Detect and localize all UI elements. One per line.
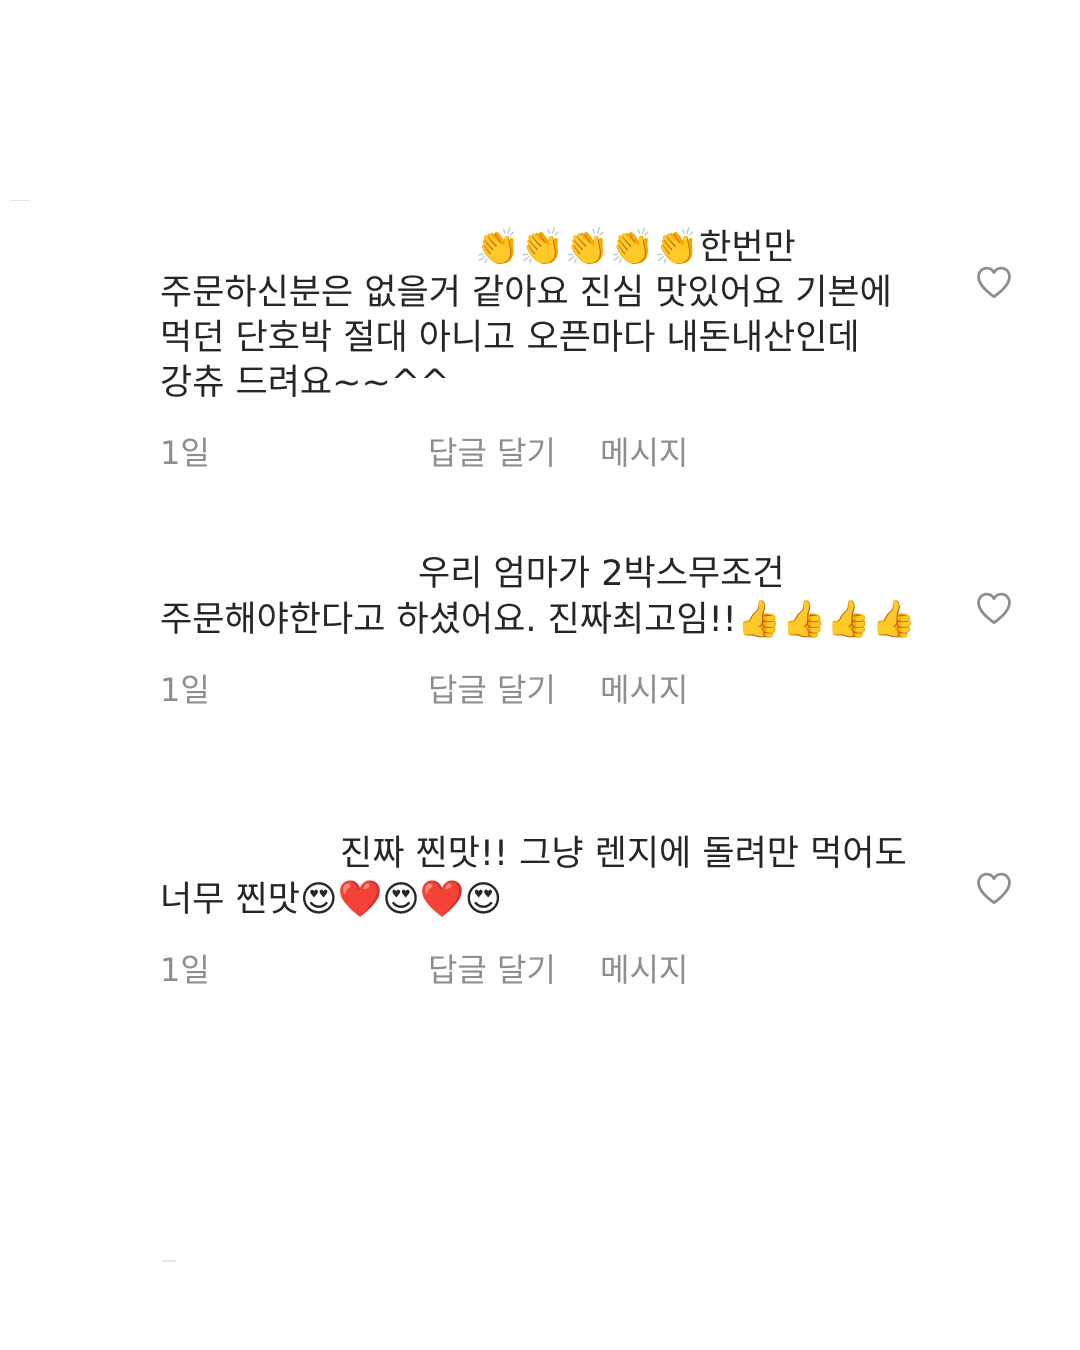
like-button[interactable]	[975, 265, 1013, 299]
divider-mark	[162, 1260, 176, 1262]
comment-time: 1일	[160, 434, 210, 472]
message-button[interactable]: 메시지	[600, 428, 688, 474]
thumbs-up-icon: 👍👍👍👍	[736, 599, 916, 640]
divider-mark	[10, 200, 30, 201]
clapping-hands-icon: 👏👏👏👏👏	[475, 227, 700, 268]
comment-item: 우리 엄마가 2박스무조건 주문해야한다고 하셨어요. 진짜최고임!!👍👍👍👍 …	[160, 552, 920, 709]
heart-outline-icon	[977, 592, 1011, 625]
comment-item: 👏👏👏👏👏한번만 주문하신분은 없을거 같아요 진심 맛있어요 기본에 먹던 단…	[160, 225, 920, 472]
username-redacted	[160, 575, 418, 576]
comment-meta: 1일 답글 달기 메시지	[160, 428, 920, 472]
comment-body: 진짜 찐맛!! 그냥 렌지에 돌려만 먹어도 너무 찐맛😍❤️😍❤️😍	[160, 832, 920, 923]
reply-button[interactable]: 답글 달기	[428, 945, 556, 991]
heart-outline-icon	[977, 872, 1011, 905]
username-redacted	[160, 855, 340, 856]
heart-outline-icon	[977, 266, 1011, 299]
comment-body: 우리 엄마가 2박스무조건 주문해야한다고 하셨어요. 진짜최고임!!👍👍👍👍	[160, 552, 920, 643]
comment-body: 👏👏👏👏👏한번만 주문하신분은 없을거 같아요 진심 맛있어요 기본에 먹던 단…	[160, 225, 920, 406]
message-button[interactable]: 메시지	[600, 945, 688, 991]
username-redacted	[160, 249, 475, 250]
comment-text: 진짜 찐맛!! 그냥 렌지에 돌려만 먹어도 너무 찐맛	[160, 834, 907, 920]
like-button[interactable]	[975, 871, 1013, 905]
reply-button[interactable]: 답글 달기	[428, 428, 556, 474]
heart-eyes-icon: 😍❤️😍❤️😍	[299, 879, 503, 920]
comment-time: 1일	[160, 671, 210, 709]
comment-text: 우리 엄마가 2박스무조건 주문해야한다고 하셨어요. 진짜최고임!!	[160, 554, 785, 640]
reply-button[interactable]: 답글 달기	[428, 665, 556, 711]
comment-item: 진짜 찐맛!! 그냥 렌지에 돌려만 먹어도 너무 찐맛😍❤️😍❤️😍 1일 답…	[160, 832, 920, 989]
comment-meta: 1일 답글 달기 메시지	[160, 665, 920, 709]
message-button[interactable]: 메시지	[600, 665, 688, 711]
like-button[interactable]	[975, 591, 1013, 625]
comment-meta: 1일 답글 달기 메시지	[160, 945, 920, 989]
comment-time: 1일	[160, 951, 210, 989]
